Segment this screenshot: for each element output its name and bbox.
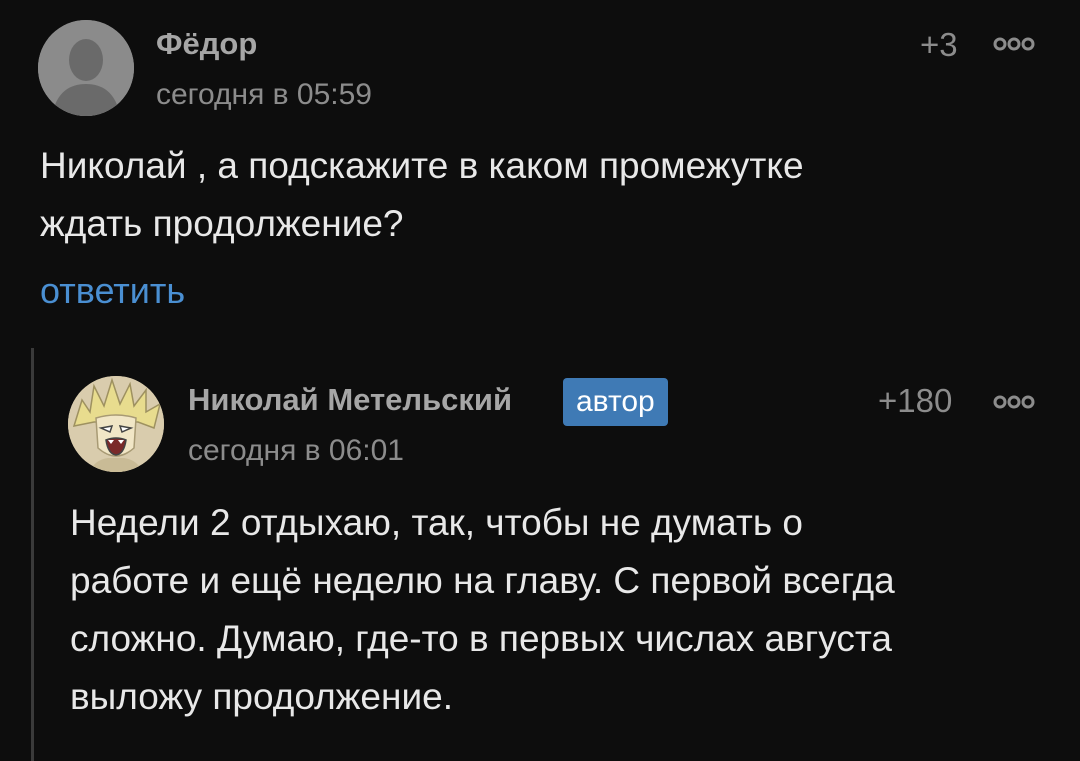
comment-text: Недели 2 отдыхаю, так, чтобы не думать о… xyxy=(70,494,1050,726)
author-name[interactable]: Николай Метельский xyxy=(188,382,512,418)
comment-text-line: выложу продолжение. xyxy=(70,676,453,717)
comment-text-line: сложно. Думаю, где-то в первых числах ав… xyxy=(70,618,892,659)
more-dots-icon[interactable] xyxy=(992,394,1036,410)
comment-text-line: Недели 2 отдыхаю, так, чтобы не думать о xyxy=(70,502,804,543)
author-badge: автор xyxy=(563,378,668,426)
comment-timestamp[interactable]: сегодня в 06:01 xyxy=(188,434,404,468)
comment-nikolay: Николай Метельский автор сегодня в 06:01… xyxy=(0,0,1080,761)
avatar[interactable] xyxy=(68,376,164,472)
comment-text-line: работе и ещё неделю на главу. С первой в… xyxy=(70,560,895,601)
anime-character-avatar xyxy=(68,376,164,472)
comment-rating: +180 xyxy=(878,382,953,419)
